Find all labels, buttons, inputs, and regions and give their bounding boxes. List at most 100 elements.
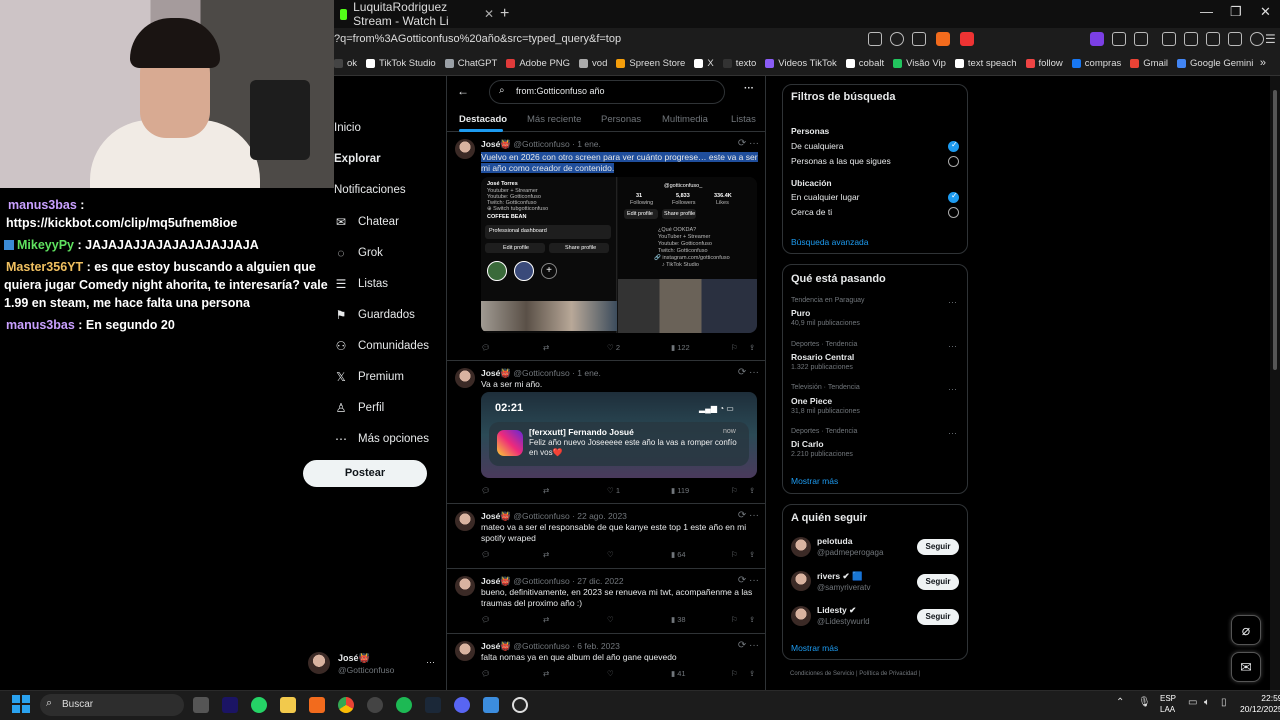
tweet-date[interactable]: 1 ene. [577,139,601,149]
reply-icon[interactable]: 💬︎ [481,486,491,495]
close-window-button[interactable]: ✕ [1260,4,1271,20]
browser-tab[interactable]: LuquitaRodriguez Stream - Watch Li ✕ [334,0,494,28]
follow-button[interactable]: Seguir [917,609,959,625]
avatar[interactable] [791,537,811,557]
nav-item-guardados[interactable]: ⚑ Guardados [334,308,415,322]
extension-icon[interactable] [1090,32,1104,46]
bookmark-item[interactable]: TikTok Studio [366,58,436,69]
retweet-icon[interactable]: ⇄ [543,343,549,352]
follow-user-handle[interactable]: @samyriveratv [817,583,870,592]
bookmark-icon[interactable]: ⚐ [731,669,738,678]
nav-item-comunidades[interactable]: ⚇ Comunidades [334,339,429,353]
tweet-date[interactable]: 22 ago. 2023 [577,511,627,521]
bookmark-item[interactable]: ChatGPT [444,58,497,69]
maximize-button[interactable]: ❐ [1230,4,1242,20]
bookmark-item[interactable]: ok [334,58,357,69]
spotify-icon[interactable] [396,697,412,713]
follow-user-name[interactable]: pelotuda [817,536,852,546]
nav-item-explorar[interactable]: Explorar [334,153,381,165]
messages-float-icon[interactable]: ✉ [1231,652,1261,682]
trend-name[interactable]: Rosario Central [791,352,854,362]
bookmark-item[interactable]: compras [1071,58,1121,69]
vpn-icon[interactable] [1250,32,1264,46]
bookmark-item[interactable]: vod [579,58,607,69]
search-input[interactable]: ⌕ from:Gotticonfuso año [489,80,725,104]
taskbar-search[interactable]: ⌕ Buscar [40,694,184,716]
language-indicator[interactable]: ESP LAA [1160,693,1176,715]
avatar[interactable] [455,511,475,531]
tweet-handle[interactable]: @Gotticonfuso [513,641,569,651]
trend-name[interactable]: Di Carlo [791,439,824,449]
chat-text[interactable]: https://kickbot.com/clip/mq5ufnem8ioe [6,216,237,230]
extensions-puzzle-icon[interactable] [1112,32,1126,46]
filter-option-following[interactable]: Personas a las que sigues [791,156,891,166]
views-icon[interactable]: ▮ 119 [671,486,689,495]
bookmark-item[interactable]: Adobe PNG [506,58,570,69]
filter-option-near-you[interactable]: Cerca de ti [791,207,832,217]
advanced-search-link[interactable]: Búsqueda avanzada [791,237,869,247]
obs-icon[interactable] [367,697,383,713]
bookmark-item[interactable]: cobalt [845,58,884,69]
file-explorer-icon[interactable] [280,697,296,713]
account-more-icon[interactable]: ··· [426,657,435,667]
battery-icon[interactable]: ▯ [1221,697,1227,708]
tweet[interactable]: José👹 @Gotticonfuso · 6 feb. 2023 ⟳ ··· … [447,635,765,690]
brave-rewards-icon[interactable] [960,32,974,46]
tweet-media-image[interactable]: José Torres Youtuber + Streamer Youtube:… [481,177,757,333]
tweet-more-icon[interactable]: ⟳ ··· [738,640,759,651]
radio-near-you[interactable] [948,207,959,218]
screenshot-icon[interactable] [1134,32,1148,46]
network-icon[interactable]: ▭ [1188,697,1197,708]
tab-mas-reciente[interactable]: Más reciente [527,114,581,125]
tweet-handle[interactable]: @Gotticonfuso [513,511,569,521]
tray-chevron-icon[interactable]: ⌃ [1116,697,1124,708]
bookmark-icon[interactable]: ⚐ [731,550,738,559]
nav-item-premium[interactable]: 𝕏 Premium [334,370,404,384]
radio-following[interactable] [948,156,959,167]
trend-name[interactable]: One Piece [791,396,832,406]
tweet-media-image[interactable]: 02:21 ▂▄▆ ◔ ▭ [ferxxutt] Fernando Josué … [481,392,757,478]
radio-anyone[interactable] [948,140,959,152]
trends-show-more-link[interactable]: Mostrar más [791,476,838,486]
follow-user-name[interactable]: rivers ✔ 🟦 [817,571,863,582]
bookmark-item[interactable]: texto [722,58,756,69]
account-switcher[interactable]: José👹 @Gotticonfuso ··· [308,652,438,678]
avatar[interactable] [455,641,475,661]
brave-icon[interactable] [309,697,325,713]
tweet-more-icon[interactable]: ⟳ ··· [738,575,759,586]
bookmark-item[interactable]: Gmail [1130,58,1168,69]
retweet-icon[interactable]: ⇄ [543,615,549,624]
follow-user-handle[interactable]: @padmeperogaga [817,548,883,557]
avatar[interactable] [791,571,811,591]
tweet-more-icon[interactable]: ⟳ ··· [738,510,759,521]
tab-personas[interactable]: Personas [601,114,641,125]
nav-item-listas[interactable]: ☰ Listas [334,277,388,291]
scrollbar-thumb[interactable] [1273,90,1277,370]
views-icon[interactable]: ▮ 122 [671,343,690,352]
tweet[interactable]: José👹 @Gotticonfuso · 1 ene. ⟳ ··· Va a … [447,362,765,504]
tweet-handle[interactable]: @Gotticonfuso [513,576,569,586]
like-icon[interactable]: ♡ 2 [607,343,620,352]
nav-item-chatear[interactable]: ✉ Chatear [334,215,399,229]
like-icon[interactable]: ♡ [607,550,614,559]
nav-item-más-opciones[interactable]: ⋯ Más opciones [334,432,429,446]
menu-icon[interactable]: ☰ [1265,32,1276,46]
nav-item-perfil[interactable]: ♙ Perfil [334,401,385,415]
follow-user-name[interactable]: Lidesty ✔ [817,605,856,616]
like-icon[interactable]: ♡ [607,615,614,624]
bookmarks-overflow-icon[interactable]: » [1260,57,1266,69]
views-icon[interactable]: ▮ 41 [671,669,686,678]
reply-icon[interactable]: 💬︎ [481,550,491,559]
trend-name[interactable]: Puro [791,308,810,318]
tweet-handle[interactable]: @Gotticonfuso [513,139,569,149]
whatsapp-icon[interactable] [251,697,267,713]
volume-icon[interactable]: 🔈︎ [1204,697,1210,708]
bookmark-item[interactable]: Spreen Store [616,58,685,69]
photos-icon[interactable] [483,697,499,713]
brave-shield-icon[interactable] [936,32,950,46]
tab-multimedia[interactable]: Multimedia [662,114,708,125]
avatar[interactable] [455,139,475,159]
tweet[interactable]: José👹 @Gotticonfuso · 27 dic. 2022 ⟳ ···… [447,570,765,634]
post-button[interactable]: Postear [303,460,427,487]
media-icon[interactable] [1162,32,1176,46]
